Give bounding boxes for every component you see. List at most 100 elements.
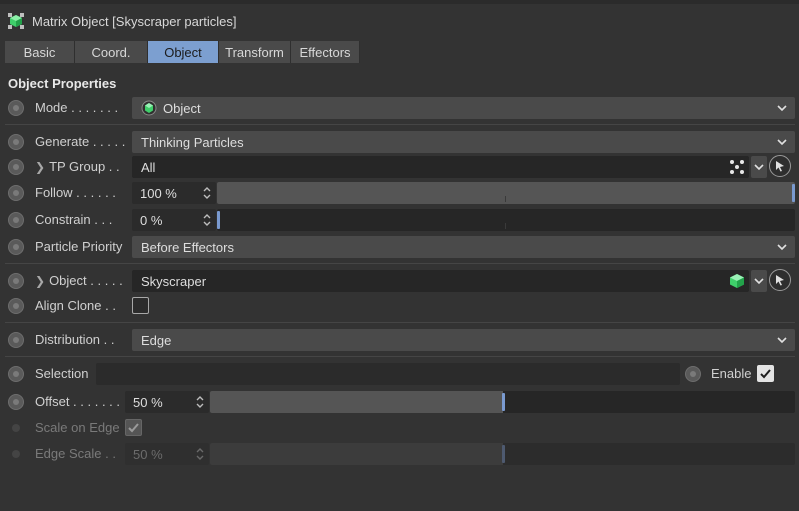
mode-value: Object (163, 100, 201, 116)
tp-group-picker-button[interactable] (769, 155, 791, 177)
offset-label: Offset . . . . . . . (35, 394, 121, 409)
animate-toggle-tp-group[interactable] (8, 159, 24, 175)
follow-slider[interactable] (217, 182, 795, 204)
particle-priority-value: Before Effectors (141, 239, 234, 255)
stepper-arrows-icon[interactable] (195, 394, 205, 410)
object-value: Skyscraper (141, 273, 207, 289)
selection-label: Selection (35, 366, 89, 381)
scale-on-edge-checkbox (125, 419, 142, 436)
constrain-number-field[interactable]: 0 % (132, 209, 216, 231)
separator (5, 263, 795, 264)
matrix-object-icon (8, 13, 24, 29)
title-bar: Matrix Object [Skyscraper particles] (6, 10, 236, 32)
tp-group-menu-button[interactable] (751, 156, 767, 178)
slider-tick (505, 223, 506, 229)
particle-priority-dropdown[interactable]: Before Effectors (132, 236, 795, 258)
follow-label: Follow . . . . . . (35, 185, 116, 200)
slider-tick (505, 196, 506, 202)
edge-scale-value: 50 % (133, 446, 163, 462)
object-picker-button[interactable] (769, 269, 791, 291)
edge-scale-slider-knob (501, 445, 505, 463)
separator (5, 356, 795, 357)
selection-input[interactable] (96, 363, 680, 385)
object-title: Matrix Object [Skyscraper particles] (32, 13, 237, 29)
animate-toggle-selection[interactable] (8, 366, 24, 382)
stepper-arrows-icon (196, 448, 204, 460)
offset-slider-knob[interactable] (501, 393, 505, 411)
constrain-slider[interactable] (217, 209, 795, 231)
row-offset: Offset . . . . . . . 50 % (0, 390, 799, 414)
offset-value: 50 % (133, 394, 163, 410)
offset-slider-fill (210, 391, 503, 413)
animate-toggle-align-clone[interactable] (8, 298, 24, 314)
distribution-label: Distribution . . (35, 332, 115, 347)
section-title: Object Properties (8, 76, 117, 91)
expand-chevron-icon[interactable]: ❯ (35, 274, 45, 288)
animate-toggle-enable[interactable] (685, 366, 701, 382)
separator (5, 322, 795, 323)
edge-scale-label: Edge Scale . . (35, 446, 116, 461)
tp-group-value: All (141, 159, 156, 175)
distribution-dropdown[interactable]: Edge (132, 329, 795, 351)
tab-effectors[interactable]: Effectors (291, 41, 360, 63)
constrain-label: Constrain . . . (35, 212, 113, 227)
chevron-down-icon (777, 105, 787, 112)
chevron-down-icon (777, 244, 787, 251)
row-constrain: Constrain . . . 0 % (0, 208, 799, 232)
row-scale-on-edge: Scale on Edge (0, 416, 799, 440)
tab-object[interactable]: Object (148, 41, 219, 63)
align-clone-checkbox[interactable] (132, 297, 149, 314)
chevron-down-icon (754, 164, 764, 171)
animate-toggle-particle-priority[interactable] (8, 239, 24, 255)
enable-checkbox[interactable] (757, 365, 774, 382)
object-label: ❯ Object . . . . . (35, 273, 123, 288)
panel-top-border (0, 0, 799, 4)
edge-scale-slider-fill (210, 443, 503, 465)
animate-toggle-offset[interactable] (8, 394, 24, 410)
stepper-arrows-icon[interactable] (202, 212, 212, 228)
tab-coord[interactable]: Coord. (75, 41, 148, 63)
object-link-field[interactable]: Skyscraper (132, 270, 749, 292)
expand-chevron-icon[interactable]: ❯ (35, 160, 45, 174)
row-align-clone: Align Clone . . (0, 294, 799, 318)
animate-toggle-generate[interactable] (8, 134, 24, 150)
constrain-slider-knob[interactable] (217, 211, 220, 229)
object-label-text: Object . . . . . (49, 273, 123, 288)
generate-dropdown[interactable]: Thinking Particles (132, 131, 795, 153)
mode-dropdown[interactable]: Object (132, 97, 795, 119)
row-distribution: Distribution . . Edge (0, 328, 799, 352)
object-menu-button[interactable] (751, 270, 767, 292)
checkmark-icon (128, 423, 139, 433)
follow-slider-fill (217, 182, 795, 204)
animate-toggle-mode[interactable] (8, 100, 24, 116)
tp-group-link-field[interactable]: All (132, 156, 749, 178)
offset-number-field[interactable]: 50 % (125, 391, 209, 413)
stepper-arrows-icon[interactable] (202, 185, 212, 201)
follow-number-field[interactable]: 100 % (132, 182, 216, 204)
animate-toggle-follow[interactable] (8, 185, 24, 201)
enable-label: Enable (711, 366, 752, 381)
distribution-value: Edge (141, 332, 172, 348)
chevron-down-icon (777, 337, 787, 344)
offset-slider[interactable] (210, 391, 795, 413)
object-mode-icon (141, 100, 157, 116)
animate-toggle-distribution[interactable] (8, 332, 24, 348)
pick-arrow-icon (776, 161, 784, 172)
tp-group-label-text: TP Group . . (49, 159, 120, 174)
generate-label: Generate . . . . . (35, 134, 126, 149)
animate-toggle-edge-scale (12, 450, 20, 458)
mode-label: Mode . . . . . . . (35, 100, 119, 115)
animate-toggle-constrain[interactable] (8, 212, 24, 228)
constrain-value: 0 % (140, 212, 163, 228)
row-particle-priority: Particle Priority Before Effectors (0, 235, 799, 259)
checkmark-icon (760, 369, 771, 379)
row-edge-scale: Edge Scale . . 50 % (0, 442, 799, 466)
align-clone-label: Align Clone . . (35, 298, 116, 313)
row-generate: Generate . . . . . Thinking Particles (0, 130, 799, 154)
animate-toggle-object[interactable] (8, 273, 24, 289)
tab-transform[interactable]: Transform (219, 41, 291, 63)
row-follow: Follow . . . . . . 100 % (0, 181, 799, 205)
row-object: ❯ Object . . . . . Skyscraper (0, 269, 799, 293)
tab-basic[interactable]: Basic (5, 41, 75, 63)
follow-slider-knob[interactable] (792, 184, 795, 202)
